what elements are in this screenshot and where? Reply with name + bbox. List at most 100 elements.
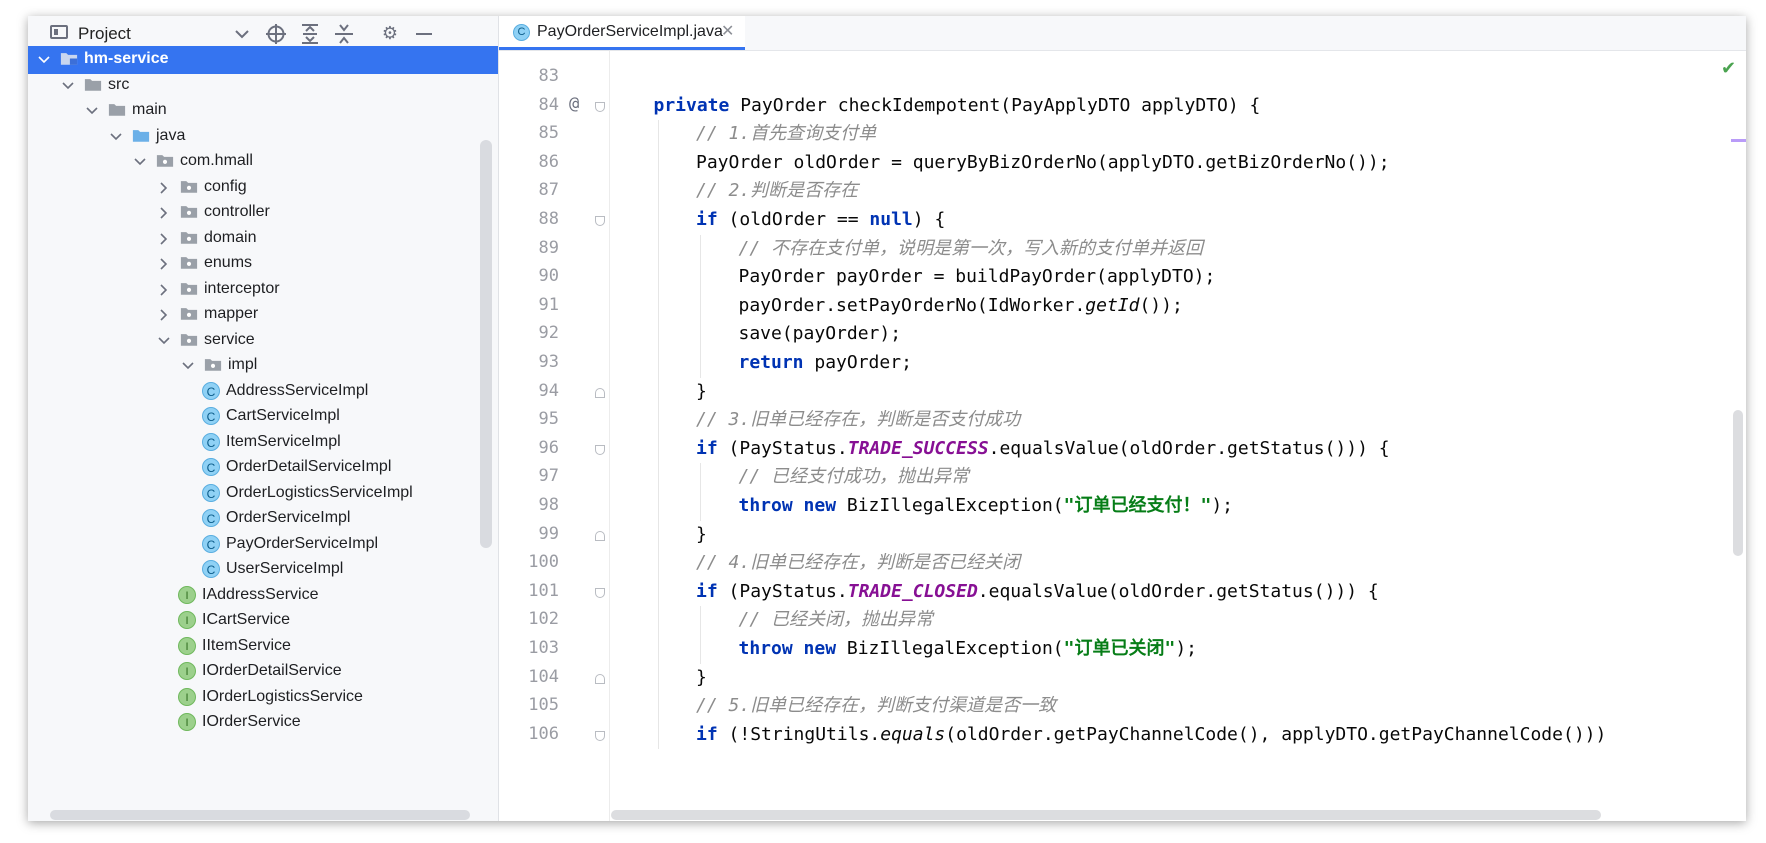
tree-item-label: enums [204,254,253,271]
code-token: (oldOrder.getPayChannelCode(), applyDTO.… [945,723,1607,745]
tree-item-icartservice[interactable]: I ICartService [28,607,498,635]
fold-open-icon[interactable] [595,730,605,741]
line-number: 102 [528,609,559,630]
chevron-down-icon[interactable] [62,80,74,92]
code-line: } [696,521,707,549]
chevron-down-icon[interactable] [230,22,254,46]
gear-icon[interactable]: ⚙ [378,22,402,46]
tree-item-payorderserviceimpl[interactable]: C PayOrderServiceImpl [28,531,498,559]
code-token: } [696,523,707,545]
code-token: (PayStatus. [717,580,848,602]
chevron-down-icon[interactable] [158,335,170,347]
chevron-down-icon[interactable] [182,360,194,372]
tree-item-iorderdetailservice[interactable]: I IOrderDetailService [28,658,498,686]
code-line: // 不存在支付单，说明是第一次，写入新的支付单并返回 [739,235,1204,263]
interface-icon: I [178,611,196,629]
override-marker-icon[interactable]: @ [569,94,579,114]
fold-close-icon[interactable] [595,530,605,541]
code-token: // 已经关闭，抛出异常 [738,609,934,631]
tree-item-orderserviceimpl[interactable]: C OrderServiceImpl [28,505,498,533]
code-token: ()); [1139,294,1183,316]
code-token: save(payOrder); [738,323,902,345]
tree-item-orderlogisticsserviceimpl[interactable]: C OrderLogisticsServiceImpl [28,480,498,508]
tree-item-iorderlogisticsservice[interactable]: I IOrderLogisticsService [28,684,498,712]
interface-icon: I [178,713,196,731]
code-token: // 5.旧单已经存在，判断支付渠道是否一致 [696,695,1057,717]
line-number: 98 [538,495,559,515]
tree-item-enums[interactable]: enums [28,250,498,278]
tree-item-main[interactable]: main [28,97,498,125]
code-token: } [696,380,707,402]
fold-open-icon[interactable] [595,216,605,226]
tree-item-com-hmall[interactable]: com.hmall [28,148,498,176]
package-icon [180,282,198,295]
code-token: payOrder; [803,352,912,373]
code-line: if (oldOrder == null) { [696,206,945,234]
tree-item-src[interactable]: src [28,72,498,100]
code-token: // 1.首先查询支付单 [696,123,877,145]
tab-payorderserviceimpl[interactable]: C PayOrderServiceImpl.java ✕ [499,16,745,50]
code-token: PayOrder oldOrder = queryByBizOrderNo(ap… [696,151,1390,173]
tree-item-label: IOrderDetailService [202,662,342,679]
fold-close-icon[interactable] [595,673,605,684]
code-token: return [738,352,804,373]
code-editor: C PayOrderServiceImpl.java ✕ 83 84 @85 86 87… [499,16,1746,821]
change-marker[interactable] [1731,139,1746,142]
tree-item-label: UserServiceImpl [226,560,344,577]
tree-item-label: AddressServiceImpl [226,381,369,399]
code-area[interactable]: private PayOrder checkIdempotent(PayAppl… [611,51,1731,821]
tree-item-iitemservice[interactable]: I IItemService [28,633,498,661]
fold-close-icon[interactable] [595,387,605,398]
package-icon [180,308,198,320]
collapse-all-icon[interactable] [332,22,356,46]
tree-item-hm-service[interactable]: hm-service [28,46,498,74]
chevron-right-icon[interactable] [158,309,170,321]
folder-icon [108,104,126,116]
project-horizontal-scrollbar[interactable] [50,810,470,820]
tree-item-service[interactable]: service [28,327,498,355]
chevron-right-icon[interactable] [158,283,170,296]
tree-item-interceptor[interactable]: interceptor [28,276,498,304]
tree-item-userserviceimpl[interactable]: C UserServiceImpl [28,556,498,584]
package-icon [180,257,198,269]
fold-open-icon[interactable] [595,101,605,112]
chevron-down-icon[interactable] [38,54,50,66]
minimize-icon[interactable] [412,22,436,46]
code-token: TRADE_SUCCESS [847,437,989,459]
ok-check-icon[interactable]: ✔ [1721,58,1736,79]
chevron-right-icon[interactable] [158,232,170,245]
code-line: payOrder.setPayOrderNo(IdWorker.getId())… [739,292,1183,320]
chevron-right-icon[interactable] [158,181,170,194]
project-vertical-scrollbar[interactable] [480,140,492,548]
code-token: if [696,580,718,602]
tree-item-orderdetailserviceimpl[interactable]: C OrderDetailServiceImpl [28,454,498,482]
chevron-down-icon[interactable] [134,156,146,168]
chevron-right-icon[interactable] [158,258,170,270]
tree-item-iaddressservice[interactable]: I IAddressService [28,582,498,610]
chevron-down-icon[interactable] [110,131,122,143]
fold-open-icon[interactable] [595,444,605,455]
fold-open-icon[interactable] [595,587,605,598]
tree-item-label: OrderLogisticsServiceImpl [226,483,413,501]
close-icon[interactable]: ✕ [721,21,734,40]
class-icon: C [202,432,220,451]
tree-item-domain[interactable]: domain [28,225,498,253]
locate-icon[interactable] [264,22,288,46]
chevron-right-icon[interactable] [158,207,170,219]
expand-all-icon[interactable] [298,22,322,46]
editor-vertical-scrollbar[interactable] [1733,410,1743,556]
tree-item-iorderservice[interactable]: I IOrderService [28,709,498,737]
tree-item-cartserviceimpl[interactable]: C CartServiceImpl [28,403,498,431]
tree-item-addressserviceimpl[interactable]: C AddressServiceImpl [28,378,498,406]
editor-horizontal-scrollbar[interactable] [611,810,1601,820]
line-number: 96 [538,437,559,458]
tree-item-java[interactable]: java [28,123,498,151]
chevron-down-icon[interactable] [86,105,98,117]
class-icon: C [202,381,220,400]
tree-item-impl[interactable]: impl [28,352,498,380]
line-number: 89 [538,237,559,258]
tree-item-controller[interactable]: controller [28,199,498,227]
tree-item-mapper[interactable]: mapper [28,301,498,329]
tree-item-itemserviceimpl[interactable]: C ItemServiceImpl [28,429,498,457]
tree-item-config[interactable]: config [28,174,498,202]
